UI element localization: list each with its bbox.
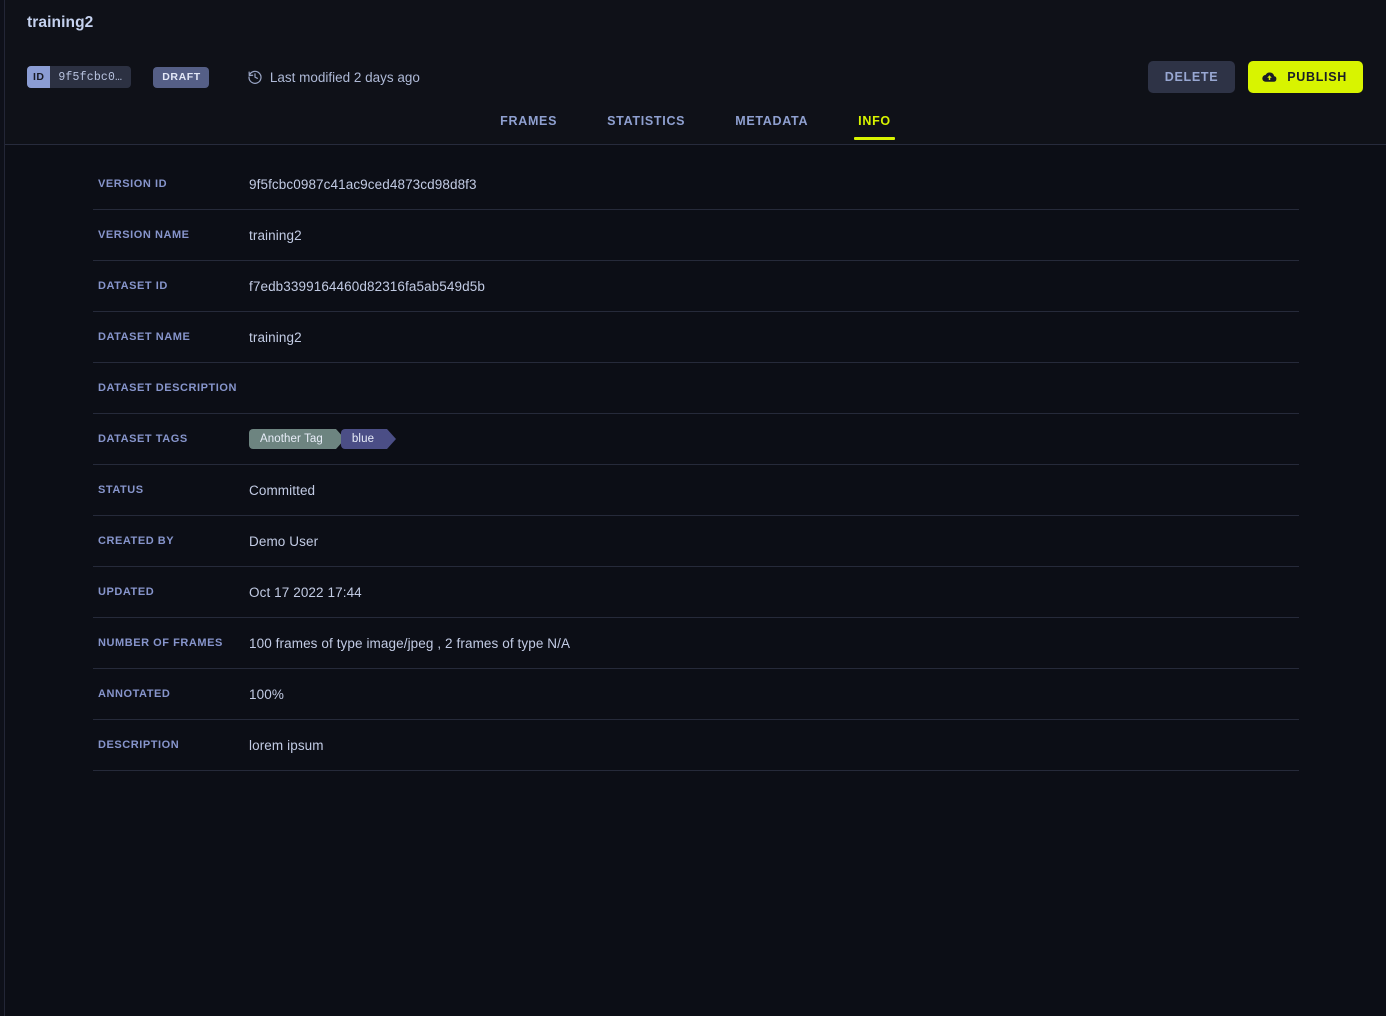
- info-row-version-id: VERSION ID 9f5fcbc0987c41ac9ced4873cd98d…: [93, 159, 1299, 210]
- info-label: DATASET DESCRIPTION: [93, 382, 249, 394]
- info-label: ANNOTATED: [93, 688, 249, 700]
- info-label: STATUS: [93, 484, 249, 496]
- info-value: Demo User: [249, 530, 318, 552]
- tab-info[interactable]: INFO: [844, 108, 905, 140]
- info-label: DESCRIPTION: [93, 739, 249, 751]
- info-value: 100 frames of type image/jpeg , 2 frames…: [249, 632, 570, 654]
- info-table: VERSION ID 9f5fcbc0987c41ac9ced4873cd98d…: [93, 159, 1299, 771]
- publish-button[interactable]: PUBLISH: [1248, 61, 1363, 93]
- tab-metadata[interactable]: METADATA: [721, 108, 822, 140]
- id-badge-value: 9f5fcbc0…: [50, 66, 131, 88]
- delete-button[interactable]: DELETE: [1148, 61, 1236, 93]
- info-row-status: STATUS Committed: [93, 465, 1299, 516]
- tag-chip[interactable]: Another Tag: [249, 429, 336, 449]
- info-label: DATASET TAGS: [93, 433, 249, 445]
- info-value: 9f5fcbc0987c41ac9ced4873cd98d8f3: [249, 173, 477, 195]
- last-modified-text: Last modified 2 days ago: [270, 70, 420, 85]
- info-label: NUMBER OF FRAMES: [93, 637, 249, 649]
- info-row-description: DESCRIPTION lorem ipsum: [93, 720, 1299, 771]
- header-meta-row: ID 9f5fcbc0… DRAFT Last modified 2 days …: [27, 64, 420, 90]
- info-row-number-of-frames: NUMBER OF FRAMES 100 frames of type imag…: [93, 618, 1299, 669]
- tab-frames[interactable]: FRAMES: [486, 108, 571, 140]
- info-label: DATASET NAME: [93, 331, 249, 343]
- info-panel: VERSION ID 9f5fcbc0987c41ac9ced4873cd98d…: [5, 145, 1386, 1016]
- info-row-annotated: ANNOTATED 100%: [93, 669, 1299, 720]
- draft-status-chip: DRAFT: [153, 67, 209, 88]
- dataset-version-page: training2 ID 9f5fcbc0… DRAFT Last modifi…: [0, 0, 1386, 1016]
- info-row-updated: UPDATED Oct 17 2022 17:44: [93, 567, 1299, 618]
- page-header: training2 ID 9f5fcbc0… DRAFT Last modifi…: [5, 0, 1386, 145]
- cloud-upload-icon: [1261, 69, 1278, 86]
- info-value: Oct 17 2022 17:44: [249, 581, 362, 603]
- info-value: 100%: [249, 683, 284, 705]
- info-label: VERSION ID: [93, 178, 249, 190]
- header-actions: DELETE PUBLISH: [1148, 61, 1363, 93]
- info-row-dataset-description: DATASET DESCRIPTION: [93, 363, 1299, 414]
- tag-list: Another Tag blue: [249, 429, 387, 449]
- history-icon: [247, 69, 263, 85]
- info-value: Another Tag blue: [249, 428, 387, 450]
- tab-statistics[interactable]: STATISTICS: [593, 108, 699, 140]
- info-row-dataset-id: DATASET ID f7edb3399164460d82316fa5ab549…: [93, 261, 1299, 312]
- info-label: UPDATED: [93, 586, 249, 598]
- info-label: CREATED BY: [93, 535, 249, 547]
- info-row-version-name: VERSION NAME training2: [93, 210, 1299, 261]
- tag-chip[interactable]: blue: [341, 429, 387, 449]
- info-row-created-by: CREATED BY Demo User: [93, 516, 1299, 567]
- publish-button-label: PUBLISH: [1287, 70, 1347, 84]
- info-value: Committed: [249, 479, 315, 501]
- info-label: DATASET ID: [93, 280, 249, 292]
- tab-bar: FRAMES STATISTICS METADATA INFO: [5, 108, 1386, 145]
- info-value: training2: [249, 224, 302, 246]
- info-row-dataset-name: DATASET NAME training2: [93, 312, 1299, 363]
- info-row-dataset-tags: DATASET TAGS Another Tag blue: [93, 414, 1299, 465]
- info-value: f7edb3399164460d82316fa5ab549d5b: [249, 275, 485, 297]
- version-id-badge[interactable]: ID 9f5fcbc0…: [27, 66, 131, 88]
- info-value: training2: [249, 326, 302, 348]
- id-badge-key: ID: [27, 66, 50, 88]
- page-title: training2: [27, 14, 93, 32]
- info-label: VERSION NAME: [93, 229, 249, 241]
- info-value: lorem ipsum: [249, 734, 324, 756]
- last-modified: Last modified 2 days ago: [247, 69, 420, 85]
